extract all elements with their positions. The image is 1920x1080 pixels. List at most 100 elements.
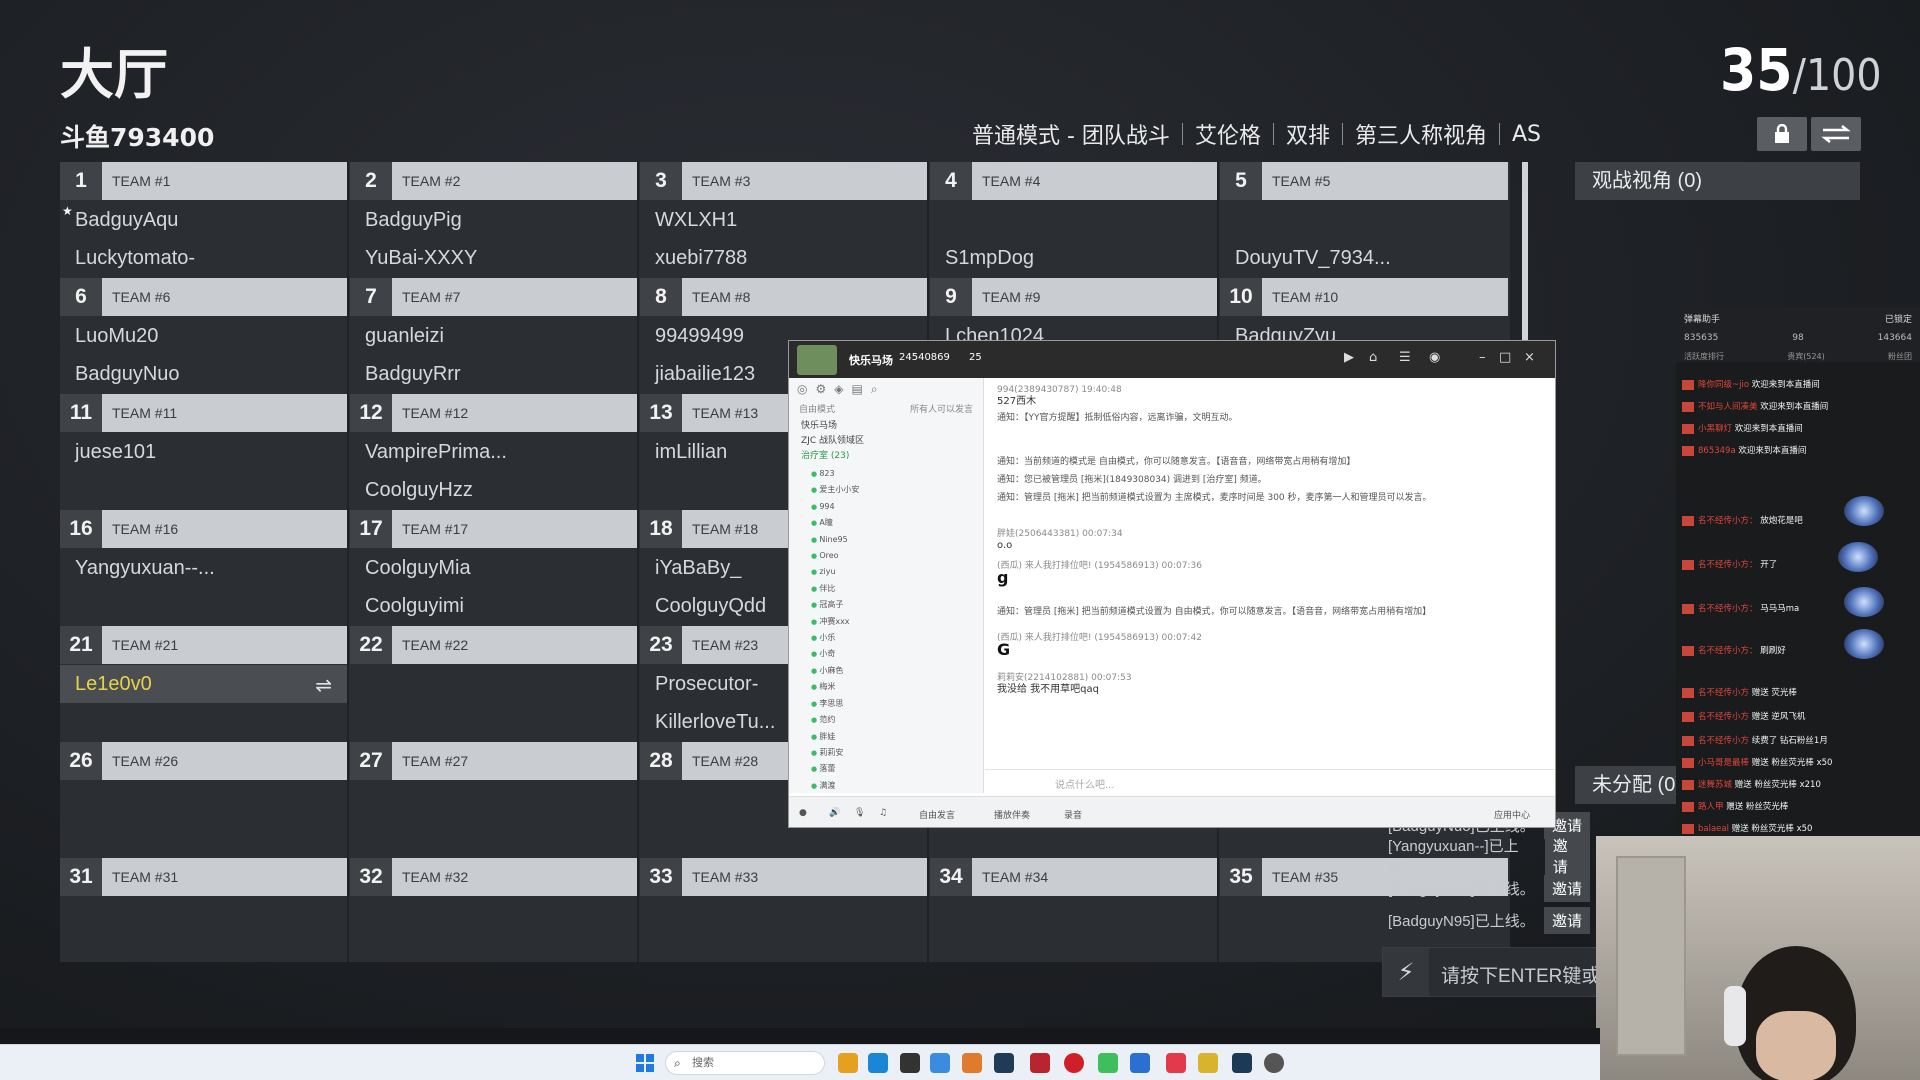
taskbar-search[interactable]: ⌕ 搜索 — [665, 1051, 825, 1075]
avatar[interactable]: ● — [799, 808, 807, 818]
player-slot[interactable]: VampirePrima... — [350, 433, 638, 471]
player-slot[interactable] — [60, 703, 348, 741]
team-card[interactable]: 17 TEAM #17 CoolguyMia Coolguyimi — [350, 510, 638, 625]
app-icon[interactable] — [1064, 1053, 1084, 1073]
player-slot[interactable]: juese101 — [60, 433, 348, 471]
team-card[interactable]: 1 TEAM #1 BadguyAqu Luckytomato- ★ — [60, 162, 348, 277]
player-slot[interactable]: LuoMu20 — [60, 317, 348, 355]
home-icon[interactable]: ⌂ — [1369, 350, 1377, 365]
team-header[interactable] — [60, 162, 348, 200]
player-slot[interactable]: BadguyNuo — [60, 355, 348, 393]
user-list-item[interactable]: Oreo — [811, 548, 983, 564]
player-slot[interactable] — [350, 897, 638, 935]
app-icon[interactable] — [962, 1053, 982, 1073]
player-slot[interactable] — [60, 471, 348, 509]
player-slot[interactable] — [60, 897, 348, 935]
player-slot[interactable] — [350, 819, 638, 857]
player-slot[interactable]: xuebi7788 — [640, 239, 928, 277]
user-list-item[interactable]: ziyu — [811, 564, 983, 580]
user-list-item[interactable]: 冠高子 — [811, 597, 983, 613]
team-card[interactable]: 7 TEAM #7 guanleizi BadguyRrr — [350, 278, 638, 393]
player-slot[interactable]: DouyuTV_7934... — [1220, 239, 1508, 277]
tree-item[interactable]: 快乐马场 — [801, 419, 971, 434]
team-header[interactable] — [60, 626, 348, 664]
player-slot[interactable] — [1220, 201, 1508, 239]
player-slot[interactable]: Coolguyimi — [350, 587, 638, 625]
team-card[interactable]: 21 TEAM #21 Le1e0v0 ⇌ — [60, 626, 348, 741]
team-header[interactable] — [350, 742, 638, 780]
team-header[interactable] — [1220, 162, 1508, 200]
app-icon[interactable] — [1030, 1053, 1050, 1073]
user-list-item[interactable]: 冲赛xxx — [811, 614, 983, 630]
team-header[interactable] — [350, 162, 638, 200]
minimize-icon[interactable]: – — [1479, 350, 1486, 365]
team-header[interactable] — [930, 858, 1218, 896]
player-slot[interactable] — [60, 781, 348, 819]
user-list-item[interactable]: 落蕾 — [811, 761, 983, 777]
windows-start-icon[interactable] — [636, 1054, 654, 1072]
team-header[interactable] — [1220, 278, 1508, 316]
team-header[interactable] — [60, 742, 348, 780]
user-list-item[interactable]: 范约 — [811, 712, 983, 728]
team-card[interactable]: 4 TEAM #4 S1mpDog — [930, 162, 1218, 277]
list-icon[interactable]: ☰ — [1399, 350, 1411, 365]
app-center-button[interactable]: 应用中心 — [1494, 808, 1530, 821]
team-header[interactable] — [60, 858, 348, 896]
record-button[interactable]: 录音 — [1064, 808, 1082, 821]
search-icon[interactable]: ⌕ — [871, 382, 878, 396]
gamepad-icon[interactable]: ◉ — [1429, 350, 1440, 365]
app-icon[interactable] — [994, 1053, 1014, 1073]
user-list-item[interactable]: Nine95 — [811, 532, 983, 548]
user-list-item[interactable]: 莉莉安 — [811, 745, 983, 761]
app-icon[interactable] — [930, 1053, 950, 1073]
tree-item[interactable]: 治疗室 (23) — [801, 449, 971, 464]
yy-voice-window[interactable]: 快乐马场 24540869 25 ▶ ⌂ ☰ ◉ – □ × ◎ ⚙ ◈ ▤ ⌕ 自由模… — [788, 340, 1556, 828]
team-header[interactable] — [640, 858, 928, 896]
user-list-item[interactable]: 823 — [811, 466, 983, 482]
team-header[interactable] — [350, 278, 638, 316]
user-list-item[interactable]: A瞳 — [811, 515, 983, 531]
player-slot[interactable] — [930, 935, 1218, 973]
folder-icon[interactable] — [838, 1053, 858, 1073]
equalizer-icon[interactable]: ♫ — [879, 808, 887, 818]
player-slot[interactable]: BadguyRrr — [350, 355, 638, 393]
team-header[interactable] — [640, 278, 928, 316]
team-header[interactable] — [930, 162, 1218, 200]
user-list-item[interactable]: 994 — [811, 499, 983, 515]
player-slot[interactable] — [640, 897, 928, 935]
user-list-item[interactable]: 满渡 — [811, 778, 983, 794]
free-talk-button[interactable]: 自由发言 — [919, 808, 955, 821]
user-list-item[interactable]: 小乐 — [811, 630, 983, 646]
yy-titlebar[interactable]: 快乐马场 24540869 25 ▶ ⌂ ☰ ◉ – □ × — [789, 341, 1555, 378]
user-list-item[interactable]: 李思思 — [811, 696, 983, 712]
team-header[interactable] — [60, 394, 348, 432]
speaker-icon[interactable]: 🔊 — [829, 808, 840, 818]
team-card[interactable]: 16 TEAM #16 Yangyuxuan--... — [60, 510, 348, 625]
video-icon[interactable]: ▶ — [1344, 350, 1354, 365]
team-header[interactable] — [60, 510, 348, 548]
spectate-button[interactable]: 观战视角 (0) — [1575, 162, 1860, 200]
team-card[interactable]: 12 TEAM #12 VampirePrima... CoolguyHzz — [350, 394, 638, 509]
team-header[interactable] — [350, 510, 638, 548]
team-card[interactable]: 26 TEAM #26 — [60, 742, 348, 857]
note-icon[interactable]: ▤ — [851, 382, 862, 396]
user-list-item[interactable]: 小奇 — [811, 646, 983, 662]
team-card[interactable]: 32 TEAM #32 — [350, 858, 638, 973]
player-slot[interactable]: S1mpDog — [930, 239, 1218, 277]
user-list-item[interactable]: 梅米 — [811, 679, 983, 695]
player-slot[interactable] — [640, 935, 928, 973]
team-header[interactable] — [640, 162, 928, 200]
settings-icon[interactable]: ⚙ — [815, 382, 826, 396]
player-slot[interactable] — [350, 665, 638, 703]
team-card[interactable]: 27 TEAM #27 — [350, 742, 638, 857]
user-list-item[interactable]: 爱主小小安 — [811, 482, 983, 498]
team-card[interactable]: 3 TEAM #3 WXLXH1 xuebi7788 — [640, 162, 928, 277]
app-icon[interactable] — [1130, 1053, 1150, 1073]
player-slot[interactable]: BadguyAqu — [60, 201, 348, 239]
team-header[interactable] — [60, 278, 348, 316]
edge-icon[interactable] — [868, 1053, 888, 1073]
player-slot[interactable]: Luckytomato- — [60, 239, 348, 277]
player-slot[interactable] — [350, 703, 638, 741]
app-icon[interactable] — [1166, 1053, 1186, 1073]
user-list-item[interactable]: 小麻色 — [811, 663, 983, 679]
